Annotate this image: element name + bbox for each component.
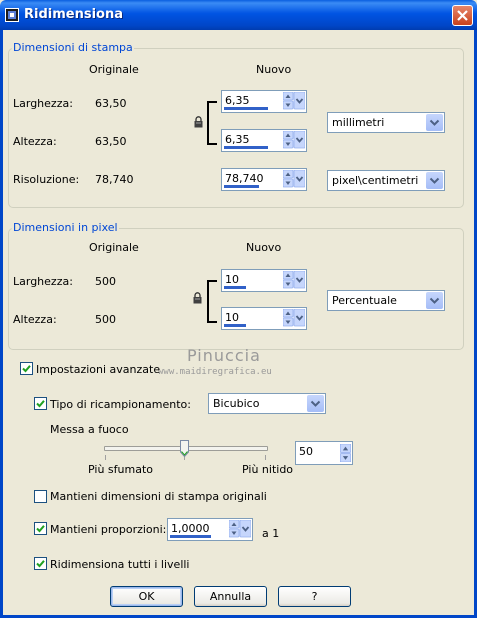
pixel-width-label: Larghezza: <box>13 275 73 288</box>
spin-up-down-icon[interactable] <box>340 444 351 462</box>
print-col-new: Nuovo <box>256 63 292 76</box>
ok-button[interactable]: OK <box>110 586 183 607</box>
pixel-width-value: 10 <box>225 273 239 286</box>
advanced-label: Impostazioni avanzate <box>36 363 161 376</box>
watermark-url: www.maidiregrafica.eu <box>158 367 272 377</box>
resolution-spinbox[interactable]: 78,740 <box>221 168 307 191</box>
pixel-units-value: Percentuale <box>332 294 397 307</box>
checkmark-icon <box>21 363 32 374</box>
print-units-value: millimetri <box>332 116 385 129</box>
sharpen-slider-thumb[interactable] <box>180 440 189 457</box>
resolution-units-select[interactable]: pixel\centimetri <box>327 170 445 191</box>
print-width-original: 63,50 <box>95 97 127 110</box>
sharpen-min-label: Più sfumato <box>88 463 153 476</box>
print-col-original: Originale <box>89 63 139 76</box>
sharpen-label: Messa a fuoco <box>50 423 129 436</box>
sharpen-spinbox[interactable]: 50 <box>295 441 353 465</box>
sharpen-value: 50 <box>299 445 313 458</box>
slider-tick <box>265 455 266 460</box>
resolution-units-value: pixel\centimetri <box>332 174 419 187</box>
keep-ratio-checkbox[interactable] <box>34 522 47 535</box>
resolution-value: 78,740 <box>225 172 264 185</box>
pixel-height-label: Altezza: <box>13 313 57 326</box>
pixel-width-slider-bar <box>224 286 246 289</box>
print-height-label: Altezza: <box>13 135 57 148</box>
keep-ratio-slider-bar <box>170 535 211 538</box>
keep-ratio-label: Mantieni proporzioni: <box>50 523 167 536</box>
lock-icon[interactable] <box>193 292 202 304</box>
dropdown-arrow-icon[interactable] <box>307 395 324 412</box>
keep-ratio-value: 1,0000 <box>171 522 210 535</box>
pixel-width-spin-icon[interactable] <box>283 271 305 289</box>
checkmark-icon <box>35 523 46 534</box>
resample-checkbox[interactable] <box>34 397 47 410</box>
checkmark-icon <box>35 558 46 569</box>
checkmark-icon <box>35 398 46 409</box>
pixel-width-original: 500 <box>95 275 116 288</box>
pixel-height-spinbox[interactable]: 10 <box>221 307 307 330</box>
print-width-spin-icon[interactable] <box>283 92 305 110</box>
pixel-height-original: 500 <box>95 313 116 326</box>
pixel-height-spin-icon[interactable] <box>283 309 305 327</box>
resolution-spin-icon[interactable] <box>283 170 305 188</box>
pixel-col-original: Originale <box>89 241 139 254</box>
print-link-bracket <box>207 101 217 145</box>
resolution-slider-bar <box>224 185 259 188</box>
dropdown-arrow-icon[interactable] <box>426 172 443 189</box>
watermark-name: Pinuccia <box>187 346 261 365</box>
pixel-height-slider-bar <box>224 324 246 327</box>
pixel-size-group-title: Dimensioni in pixel <box>12 221 119 234</box>
keep-print-size-checkbox[interactable] <box>34 490 47 503</box>
resize-all-layers-checkbox[interactable] <box>34 557 47 570</box>
resolution-label: Risoluzione: <box>13 173 80 186</box>
close-button[interactable] <box>452 5 473 26</box>
print-width-spinbox[interactable]: 6,35 <box>221 90 307 113</box>
keep-ratio-spinbox[interactable]: 1,0000 <box>167 518 253 541</box>
print-units-select[interactable]: millimetri <box>327 112 445 133</box>
resize-all-layers-label: Ridimensiona tutti i livelli <box>50 558 190 571</box>
print-height-spinbox[interactable]: 6,35 <box>221 129 307 152</box>
resample-label: Tipo di ricampionamento: <box>50 398 191 411</box>
advanced-checkbox[interactable] <box>20 362 33 375</box>
lock-icon[interactable] <box>194 116 203 128</box>
dropdown-arrow-icon[interactable] <box>426 292 443 309</box>
close-icon <box>457 10 468 21</box>
print-height-value: 6,35 <box>225 133 250 146</box>
cancel-button[interactable]: Annulla <box>194 586 267 607</box>
print-size-group-title: Dimensioni di stampa <box>12 41 134 54</box>
dropdown-arrow-icon[interactable] <box>426 114 443 131</box>
keep-print-size-label: Mantieni dimensioni di stampa originali <box>50 490 267 503</box>
pixel-link-bracket <box>207 280 217 323</box>
print-width-slider-bar <box>224 107 268 110</box>
print-height-slider-bar <box>224 146 268 149</box>
slider-tick <box>105 455 106 460</box>
help-button[interactable]: ? <box>278 586 351 607</box>
resolution-original: 78,740 <box>95 173 134 186</box>
pixel-units-select[interactable]: Percentuale <box>327 290 445 311</box>
pixel-height-value: 10 <box>225 311 239 324</box>
window-title: Ridimensiona <box>24 7 123 22</box>
print-height-original: 63,50 <box>95 135 127 148</box>
resample-select[interactable]: Bicubico <box>208 393 326 414</box>
app-icon <box>5 8 19 22</box>
pixel-width-spinbox[interactable]: 10 <box>221 269 307 292</box>
sharpen-max-label: Più nitido <box>242 463 294 476</box>
print-width-label: Larghezza: <box>13 97 73 110</box>
resample-value: Bicubico <box>213 397 260 410</box>
keep-ratio-spin-icon[interactable] <box>229 520 251 538</box>
pixel-col-new: Nuovo <box>246 241 282 254</box>
keep-ratio-suffix: a 1 <box>262 527 280 540</box>
print-height-spin-icon[interactable] <box>283 131 305 149</box>
print-width-value: 6,35 <box>225 94 250 107</box>
